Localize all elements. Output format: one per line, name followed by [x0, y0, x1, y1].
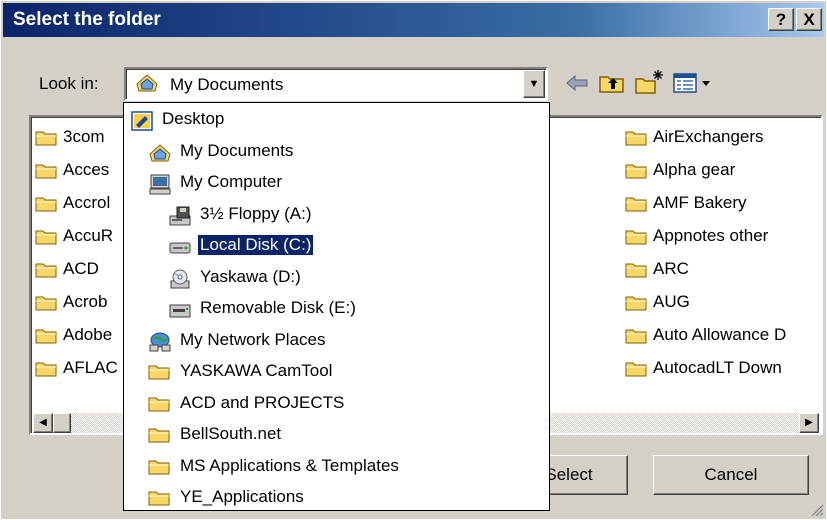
- help-button[interactable]: ?: [768, 8, 794, 31]
- my-documents-icon: [149, 143, 171, 161]
- hard-disk-icon: [169, 242, 191, 254]
- look-in-dropdown-list[interactable]: Desktop My Documents My Computer 3½ Floppy …: [123, 102, 550, 511]
- list-item-label: Acces: [63, 160, 110, 179]
- list-item-label: Alpha gear: [653, 160, 736, 179]
- dropdown-item[interactable]: 3½ Floppy (A:): [168, 203, 539, 229]
- look-in-label: Look in:: [39, 74, 99, 93]
- list-item[interactable]: AutocadLT Down: [623, 356, 821, 382]
- scroll-thumb[interactable]: [53, 413, 71, 433]
- title-bar[interactable]: Select the folder ? X: [3, 3, 824, 37]
- my-documents-icon: [136, 74, 158, 92]
- list-item-label: AirExchangers: [653, 127, 764, 146]
- folder-icon: [35, 164, 57, 179]
- folder-icon: [35, 131, 57, 146]
- list-item-label: Accrol: [63, 193, 111, 212]
- folder-icon: [625, 164, 647, 179]
- list-item-label: Auto Allowance D: [653, 325, 787, 344]
- dropdown-item[interactable]: My Documents: [148, 140, 539, 166]
- folder-icon: [35, 329, 57, 344]
- floppy-drive-icon: [169, 206, 191, 225]
- scroll-left-icon[interactable]: ◀: [33, 413, 53, 433]
- dropdown-item-label: My Network Places: [180, 329, 326, 349]
- chevron-down-icon[interactable]: ▼: [523, 70, 545, 98]
- list-item[interactable]: Auto Allowance D: [623, 323, 821, 349]
- list-item-label: ARC: [653, 259, 689, 278]
- dropdown-item[interactable]: My Computer: [148, 171, 539, 197]
- folder-icon: [35, 197, 57, 212]
- window-title: Select the folder: [13, 9, 161, 30]
- removable-disk-icon: [169, 304, 191, 318]
- new-folder-icon[interactable]: [633, 68, 665, 98]
- dropdown-item[interactable]: ACD and PROJECTS: [148, 392, 539, 418]
- dropdown-item-label: YE_Applications: [180, 487, 304, 506]
- folder-icon: [35, 362, 57, 377]
- list-item-label: AutocadLT Down: [653, 358, 782, 377]
- folder-icon: [148, 491, 170, 506]
- dropdown-item-label: My Documents: [180, 140, 294, 160]
- folder-icon: [148, 365, 170, 380]
- cancel-button[interactable]: Cancel: [653, 455, 809, 495]
- dropdown-item[interactable]: YE_Applications: [148, 486, 539, 512]
- dropdown-item-label: BellSouth.net: [180, 424, 282, 443]
- list-item-label: Appnotes other: [653, 226, 769, 245]
- list-item[interactable]: Alpha gear: [623, 158, 821, 184]
- look-in-value: My Documents: [170, 75, 284, 94]
- dropdown-item-label: 3½ Floppy (A:): [200, 203, 312, 223]
- list-item[interactable]: AMF Bakery: [623, 191, 821, 217]
- folder-icon: [625, 197, 647, 212]
- dropdown-item[interactable]: BellSouth.net: [148, 423, 539, 449]
- dropdown-item-label: MS Applications & Templates: [180, 455, 399, 475]
- list-item-label: Adobe: [63, 325, 113, 344]
- list-item[interactable]: ARC: [623, 257, 821, 283]
- folder-icon: [35, 296, 57, 311]
- folder-icon: [148, 428, 170, 443]
- list-item[interactable]: AirExchangers: [623, 125, 821, 151]
- resize-grip-icon[interactable]: [810, 503, 824, 517]
- list-item[interactable]: Appnotes other: [623, 224, 821, 250]
- folder-icon: [625, 263, 647, 278]
- folder-icon: [625, 362, 647, 377]
- dropdown-item-label: ACD and PROJECTS: [180, 392, 345, 412]
- close-button[interactable]: X: [796, 8, 822, 31]
- folder-icon: [35, 230, 57, 245]
- folder-icon: [625, 230, 647, 245]
- list-item-label: AFLAC: [63, 358, 118, 377]
- select-folder-dialog: Select the folder ? X Look in: My Docume…: [0, 0, 827, 520]
- list-item[interactable]: AUG: [623, 290, 821, 316]
- view-menu-icon[interactable]: [671, 68, 717, 98]
- network-places-icon: [149, 332, 171, 351]
- dropdown-item-label: YASKAWA CamTool: [180, 361, 333, 380]
- dropdown-item[interactable]: Local Disk (C:): [168, 234, 539, 260]
- dropdown-item[interactable]: MS Applications & Templates: [148, 455, 539, 481]
- list-item-label: 3com: [63, 127, 105, 146]
- dropdown-item-label: Local Disk (C:): [196, 234, 315, 256]
- dropdown-item[interactable]: Desktop: [130, 108, 539, 134]
- folder-icon: [148, 397, 170, 411]
- dropdown-item-label: Removable Disk (E:): [200, 298, 356, 317]
- dropdown-item-label: Yaskawa (D:): [200, 266, 301, 286]
- list-item-label: Acrob: [63, 292, 108, 311]
- list-item-label: AMF Bakery: [653, 193, 747, 212]
- list-item-label: AUG: [653, 292, 690, 311]
- folder-icon: [625, 296, 647, 311]
- look-in-combo[interactable]: My Documents ▼: [124, 67, 548, 101]
- back-arrow-icon[interactable]: [561, 68, 593, 98]
- desktop-icon: [131, 111, 153, 131]
- list-item-label: ACD: [63, 259, 99, 278]
- my-computer-icon: [149, 174, 171, 195]
- dropdown-item-label: Desktop: [162, 109, 225, 128]
- folder-icon: [148, 460, 170, 474]
- dropdown-item[interactable]: Removable Disk (E:): [168, 297, 539, 323]
- cd-drive-icon: [170, 269, 190, 288]
- dropdown-item[interactable]: YASKAWA CamTool: [148, 360, 539, 386]
- dropdown-item-label: My Computer: [180, 172, 283, 191]
- folder-icon: [625, 131, 647, 146]
- folder-icon: [35, 263, 57, 278]
- scroll-right-icon[interactable]: ▶: [799, 413, 819, 433]
- dropdown-item[interactable]: My Network Places: [148, 329, 539, 355]
- up-folder-icon[interactable]: [596, 68, 628, 98]
- folder-icon: [625, 329, 647, 344]
- list-item-label: AccuR: [63, 226, 114, 245]
- dropdown-item[interactable]: Yaskawa (D:): [168, 266, 539, 292]
